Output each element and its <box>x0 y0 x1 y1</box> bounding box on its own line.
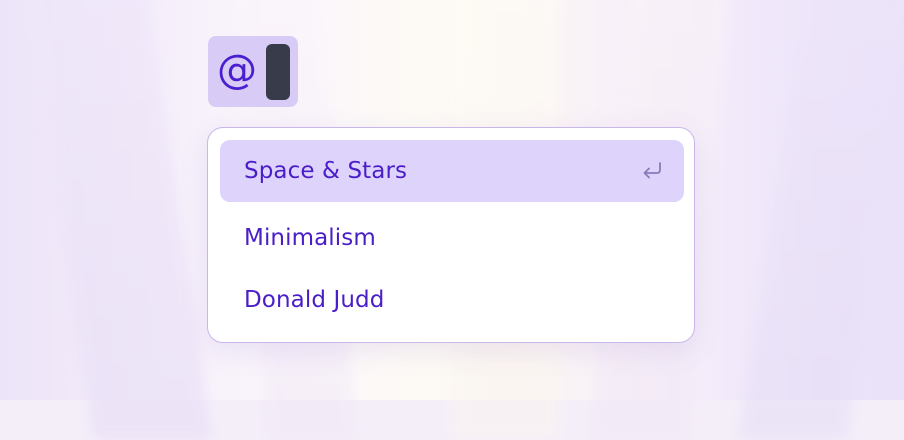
suggestion-item-label: Space & Stars <box>244 158 408 184</box>
suggestion-item-label: Donald Judd <box>244 287 385 313</box>
enter-return-icon <box>643 162 661 179</box>
suggestion-item-minimalism[interactable]: Minimalism <box>220 207 684 269</box>
background-light-ray <box>27 0 213 440</box>
mention-suggestions-menu: Space & Stars Minimalism Donald Judd <box>207 127 695 343</box>
at-symbol: @ <box>217 46 257 93</box>
suggestion-item-label: Minimalism <box>244 225 376 251</box>
text-cursor <box>266 44 290 100</box>
suggestion-item-space-stars[interactable]: Space & Stars <box>220 140 684 202</box>
suggestion-item-donald-judd[interactable]: Donald Judd <box>220 269 684 331</box>
mention-trigger[interactable]: @ <box>208 36 298 107</box>
background-light-ray <box>737 0 904 440</box>
